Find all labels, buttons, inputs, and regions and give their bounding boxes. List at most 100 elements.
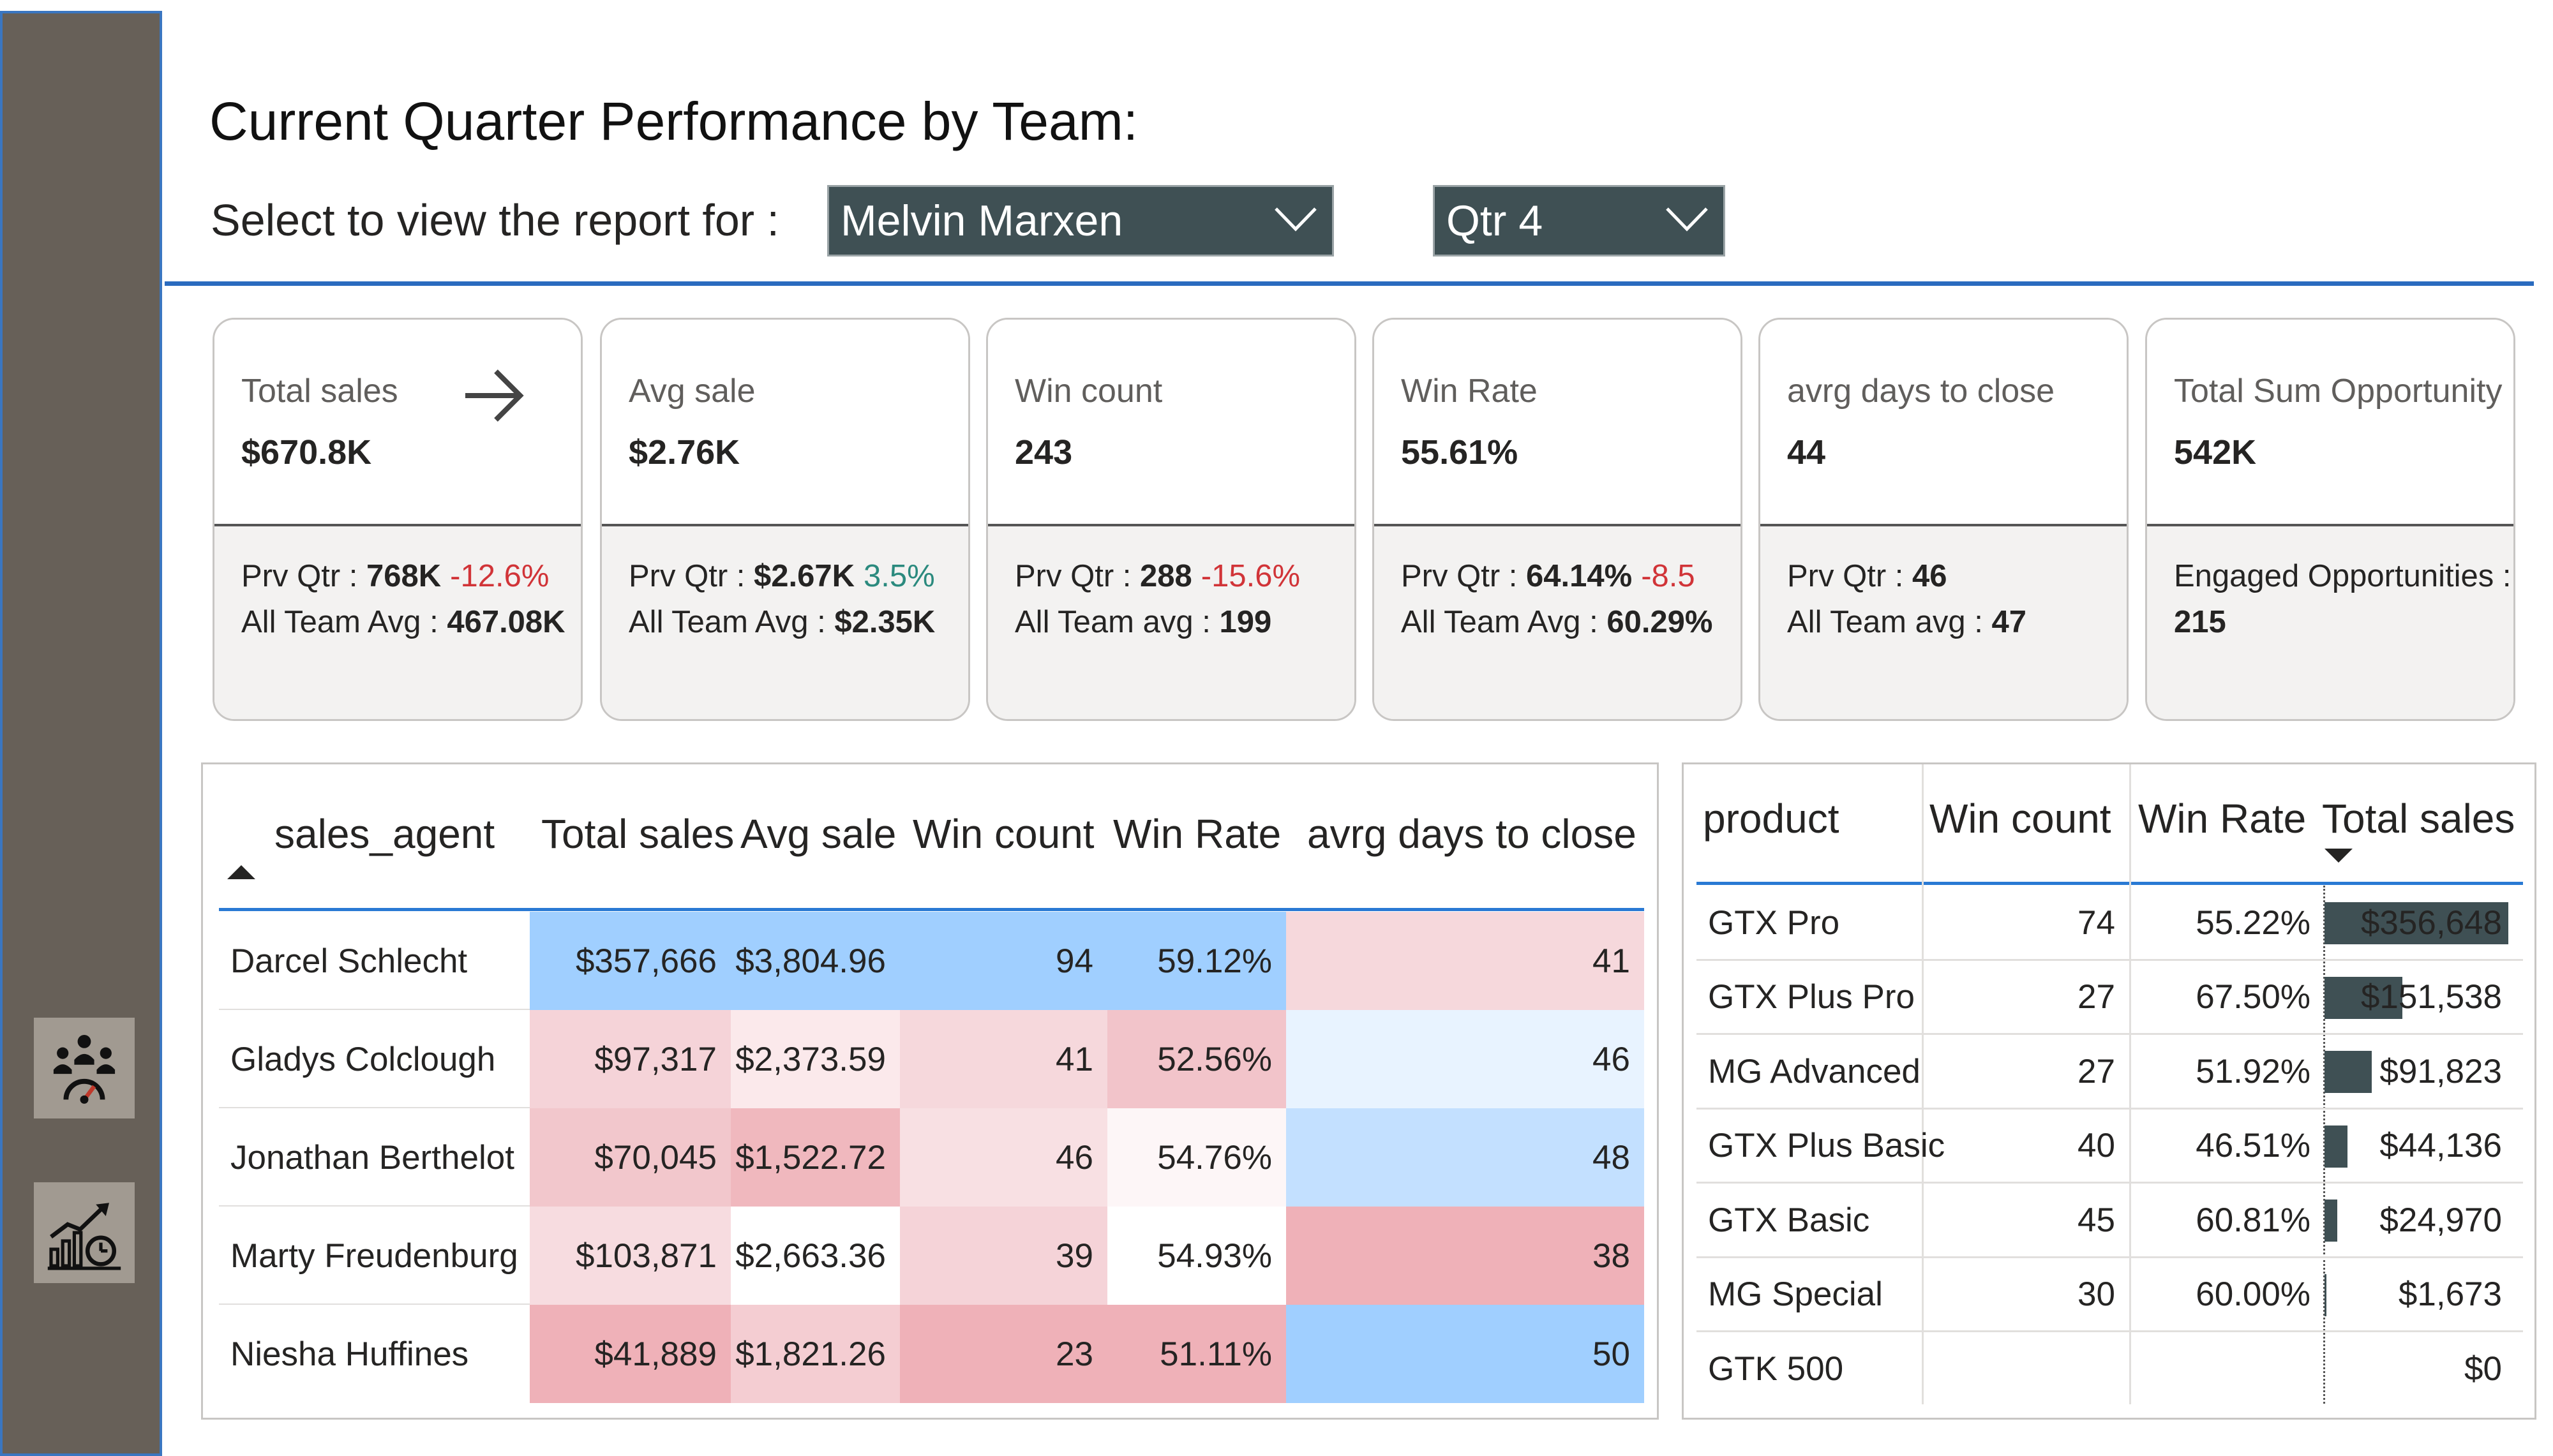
agent-name-cell[interactable]: Marty Freudenburg (219, 1207, 530, 1305)
agent-name-cell[interactable]: Jonathan Berthelot (219, 1108, 530, 1207)
product-name-cell[interactable]: GTK 500 (1696, 1332, 1922, 1406)
page-title: Current Quarter Performance by Team: (209, 91, 1139, 151)
product-name-cell[interactable]: MG Special (1696, 1258, 1922, 1332)
kpi-comparison-line: Prv Qtr : 768K -12.6% (241, 558, 549, 594)
kpi-comparison-line: Prv Qtr : $2.67K 3.5% (629, 558, 935, 594)
team-dashboard-icon (53, 1035, 116, 1104)
kpi-team-avg-line: All Team Avg : $2.35K (629, 604, 935, 640)
kpi-card-top: Total sales $670.8K (214, 320, 581, 526)
kpi-card-top: Total Sum Opportunity 542K (2147, 320, 2513, 526)
arrow-right-icon[interactable] (459, 360, 529, 431)
kpi-card-bottom: Prv Qtr : 46 All Team avg : 47 (1760, 526, 2127, 719)
table-cell: 54.76% (1107, 1108, 1286, 1207)
sales-growth-button[interactable] (34, 1182, 135, 1283)
product-name-cell[interactable]: GTX Basic (1696, 1183, 1922, 1258)
kpi-label: Win count (1015, 373, 1163, 410)
table-cell: 54.93% (1107, 1207, 1286, 1305)
column-header[interactable]: Avg sale (740, 810, 896, 858)
kpi-card[interactable]: Win Rate 55.61% Prv Qtr : 64.14% -8.5 All Te… (1372, 318, 1742, 721)
table-cell: 30 (2078, 1275, 2115, 1314)
kpi-comparison-line: Prv Qtr : 288 -15.6% (1015, 558, 1300, 594)
table-cell: 46.51% (2196, 1127, 2310, 1165)
column-header[interactable]: sales_agent (274, 810, 495, 858)
table-cell: 50 (1286, 1305, 1644, 1403)
kpi-card-top: Win count 243 (988, 320, 1354, 526)
kpi-card-bottom: Prv Qtr : 768K -12.6% All Team Avg : 467.0… (214, 526, 581, 719)
product-name-cell[interactable]: GTX Pro (1696, 886, 1922, 960)
table-cell: 52.56% (1107, 1010, 1286, 1108)
column-header[interactable]: Total sales (2322, 795, 2515, 842)
agent-name-cell[interactable]: Darcel Schlecht (219, 912, 530, 1010)
kpi-label: avrg days to close (1787, 373, 2055, 410)
agent-name-cell[interactable]: Niesha Huffines (219, 1305, 530, 1403)
table-cell: 39 (900, 1207, 1107, 1305)
header-divider (165, 281, 2534, 286)
table-cell: 38 (1286, 1207, 1644, 1305)
kpi-card[interactable]: Total sales $670.8K Prv Qtr : 768K -12.6% Al… (213, 318, 583, 721)
kpi-team-avg-label: All Team Avg : (1401, 605, 1607, 639)
kpi-team-avg-line: All Team avg : 199 (1015, 604, 1271, 640)
kpi-team-avg-label: All Team avg : (1015, 605, 1220, 639)
kpi-label: Win Rate (1401, 373, 1538, 410)
agent-name-cell[interactable]: Gladys Colclough (219, 1010, 530, 1108)
column-header[interactable]: Win count (913, 810, 1095, 858)
column-header[interactable]: avrg days to close (1307, 810, 1636, 858)
kpi-label: Total Sum Opportunity (2174, 373, 2503, 410)
product-name-cell[interactable]: GTX Plus Pro (1696, 960, 1922, 1035)
kpi-label: Total sales (241, 373, 398, 410)
kpi-team-avg-line: All Team Avg : 467.08K (241, 604, 565, 640)
product-table-header-line (1696, 882, 2523, 885)
sales-agent-table: sales_agent Total sales Avg sale Win count W… (201, 762, 1659, 1420)
kpi-value: 55.61% (1401, 433, 1518, 472)
kpi-value: 542K (2174, 433, 2257, 472)
table-cell: $151,538 (2360, 978, 2502, 1016)
table-cell: 41 (1286, 912, 1644, 1010)
sales-growth-chart-icon (47, 1203, 121, 1270)
team-dashboard-button[interactable] (34, 1018, 135, 1118)
column-header[interactable]: Win Rate (1113, 810, 1281, 858)
kpi-comparison-value: 288 (1140, 559, 1192, 593)
column-header[interactable]: Total sales (541, 810, 734, 858)
agent-table-header-line (219, 908, 1644, 911)
table-cell: 59.12% (1107, 912, 1286, 1010)
table-cell: $3,804.96 (731, 912, 900, 1010)
column-header[interactable]: Win Rate (2138, 795, 2306, 842)
table-cell: $357,666 (530, 912, 731, 1010)
table-cell: $91,823 (2379, 1052, 2502, 1090)
chevron-down-icon (1666, 207, 1708, 232)
kpi-comparison-line: Prv Qtr : 46 (1787, 558, 1956, 594)
sort-ascending-icon[interactable] (227, 865, 255, 879)
table-cell: $1,522.72 (731, 1108, 900, 1207)
kpi-card[interactable]: Avg sale $2.76K Prv Qtr : $2.67K 3.5% All Te… (600, 318, 970, 721)
kpi-team-avg-value: 467.08K (447, 605, 565, 639)
kpi-card[interactable]: Total Sum Opportunity 542K Engaged Opportu… (2145, 318, 2515, 721)
kpi-card-top: Win Rate 55.61% (1374, 320, 1741, 526)
kpi-comparison-line: Engaged Opportunities : (2174, 558, 2513, 594)
kpi-comparison-value: $2.67K (754, 559, 855, 593)
kpi-comparison-label: Prv Qtr : (629, 559, 754, 593)
product-name-cell[interactable]: MG Advanced (1696, 1034, 1922, 1109)
kpi-card-top: Avg sale $2.76K (602, 320, 968, 526)
kpi-card-bottom: Engaged Opportunities : 215 (2147, 526, 2513, 719)
kpi-team-avg-value: 60.29% (1606, 605, 1713, 639)
table-cell: 74 (2078, 903, 2115, 942)
kpi-card-bottom: Prv Qtr : 64.14% -8.5 All Team Avg : 60.29… (1374, 526, 1741, 719)
kpi-card[interactable]: avrg days to close 44 Prv Qtr : 46 All Team… (1758, 318, 2129, 721)
kpi-team-avg-line: All Team avg : 47 (1787, 604, 2026, 640)
sort-descending-icon[interactable] (2325, 849, 2353, 863)
table-cell: 60.81% (2196, 1201, 2310, 1239)
column-header[interactable]: product (1703, 795, 1839, 842)
agent-dropdown[interactable]: Melvin Marxen (827, 185, 1334, 256)
table-cell: $103,871 (530, 1207, 731, 1305)
column-header[interactable]: Win count (1929, 795, 2111, 842)
kpi-label: Avg sale (629, 373, 756, 410)
kpi-value: 243 (1015, 433, 1073, 472)
table-cell: 60.00% (2196, 1275, 2310, 1314)
product-name-cell[interactable]: GTX Plus Basic (1696, 1109, 1945, 1184)
sidebar (0, 11, 162, 1456)
kpi-value: $2.76K (629, 433, 740, 472)
kpi-card[interactable]: Win count 243 Prv Qtr : 288 -15.6% All Team … (986, 318, 1356, 721)
table-cell: $0 (2464, 1349, 2502, 1388)
table-cell: $356,648 (2360, 903, 2502, 942)
quarter-dropdown[interactable]: Qtr 4 (1433, 185, 1725, 256)
